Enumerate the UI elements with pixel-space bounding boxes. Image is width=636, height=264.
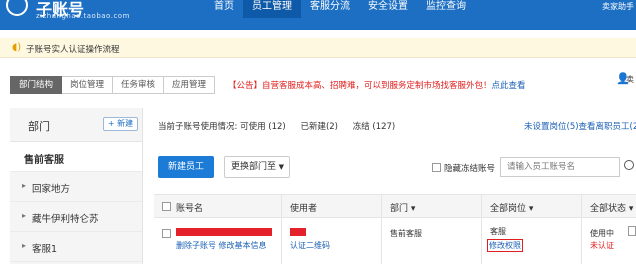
notice-link[interactable]: 子账号实人认证操作流程: [26, 43, 120, 55]
nav-monitoring[interactable]: 监控查询: [417, 0, 475, 18]
announcement-link[interactable]: 点此查看: [492, 81, 526, 91]
row-department: 售前客服: [390, 229, 422, 238]
sidebar-item-department-2[interactable]: ▸ 回家地方: [10, 172, 142, 202]
sidebar-item-label: 客服1: [32, 244, 58, 255]
column-divider: [581, 194, 582, 264]
nav-security-settings[interactable]: 安全设置: [359, 0, 417, 18]
tab-department-structure[interactable]: 部门结构: [10, 76, 63, 94]
user-label: 卖: [626, 75, 634, 84]
column-divider: [481, 194, 482, 264]
col-account: 账号名: [176, 204, 204, 214]
usage-stats: 当前子账号使用情况: 可使用 (12) 已新建(2) 冻结 (127): [158, 120, 395, 132]
row-position: 客服: [490, 227, 506, 236]
usage-available: 可使用 (12): [240, 122, 286, 132]
sidebar-item-label: 售前客服: [24, 155, 64, 166]
row-checkbox[interactable]: [162, 229, 171, 238]
notice-bar: ◖) 子账号实人认证操作流程: [0, 38, 636, 58]
announcement: 【公告】自营客服成本高、招聘难，可以到服务定制市场找客服外包！点此查看: [228, 79, 526, 91]
chevron-right-icon: ▸: [22, 211, 27, 220]
add-department-button[interactable]: + 新建: [103, 117, 138, 131]
app-subtitle: zizhanghao.taobao.com: [36, 12, 130, 20]
chevron-right-icon: ▸: [22, 241, 27, 250]
change-department-dropdown[interactable]: 更换部门至 ▼: [224, 156, 290, 178]
auth-qrcode-link[interactable]: 认证二维码: [290, 240, 330, 251]
col-status[interactable]: 全部状态 ▾: [590, 201, 633, 214]
app-logo[interactable]: 子账号 zizhanghao.taobao.com: [0, 0, 129, 30]
col-position-label: 全部岗位: [490, 204, 527, 214]
column-divider: [281, 194, 282, 264]
sidebar-item-department-4[interactable]: ▸ 客服1: [10, 232, 142, 262]
main-panel: 当前子账号使用情况: 可使用 (12) 已新建(2) 冻结 (127) 未设置岗…: [144, 108, 636, 264]
top-navigation-bar: 子账号 zizhanghao.taobao.com 首页 员工管理 客服分流 安…: [0, 0, 636, 30]
redacted-account-name: [176, 228, 272, 236]
nav-employee-management[interactable]: 员工管理: [243, 0, 301, 18]
department-sidebar: 部门 + 新建 售前客服 ▸ 回家地方 ▸ 藏牛伊利特仑苏 ▸ 客服1: [10, 108, 143, 264]
col-position[interactable]: 全部岗位 ▾: [490, 201, 533, 214]
nav-home[interactable]: 首页: [205, 0, 243, 18]
redacted-user-name: [290, 228, 306, 236]
sidebar-item-label: 藏牛伊利特仑苏: [32, 214, 99, 225]
usage-label: 当前子账号使用情况:: [158, 122, 238, 132]
usage-created: 已新建(2): [300, 122, 338, 132]
account-actions[interactable]: 删除子账号 修改基本信息: [176, 240, 267, 251]
sidebar-item-label: 回家地方: [32, 184, 71, 195]
speaker-icon: ◖): [12, 42, 22, 53]
row-status: 使用中: [590, 229, 614, 238]
column-divider: [381, 194, 382, 264]
section-tabs: 部门结构 岗位管理 任务审核 应用管理: [10, 76, 216, 94]
sidebar-title: 部门: [28, 120, 50, 133]
table-header: 账号名 使用者 部门 ▾ 全部岗位 ▾ 全部状态 ▾: [154, 194, 636, 218]
logo-icon: [6, 0, 28, 16]
tab-task-review[interactable]: 任务审核: [113, 76, 165, 94]
nav-customer-service-routing[interactable]: 客服分流: [301, 0, 359, 18]
main-nav: 首页 员工管理 客服分流 安全设置 监控查询: [205, 0, 475, 30]
col-user: 使用者: [290, 204, 318, 214]
new-employee-button[interactable]: 新建员工: [158, 156, 214, 178]
employee-search-input[interactable]: [500, 157, 620, 177]
row-options-toggle[interactable]: [628, 226, 636, 236]
sidebar-item-presales[interactable]: 售前客服: [10, 142, 142, 172]
unassigned-and-departed-link[interactable]: 未设置岗位(5)查看离职员工(27): [524, 120, 636, 132]
seller-assistant-link[interactable]: 卖家助手: [602, 0, 634, 14]
usage-frozen: 冻结 (127): [352, 122, 396, 132]
col-department-label: 部门: [390, 204, 409, 214]
hide-frozen-label: 隐藏冻结账号: [444, 164, 496, 174]
announcement-text: 【公告】自营客服成本高、招聘难，可以到服务定制市场找客服外包！: [228, 81, 492, 91]
edit-permissions-link[interactable]: 修改权限: [487, 239, 523, 252]
chevron-right-icon: ▸: [22, 181, 27, 190]
search-icon[interactable]: [624, 160, 634, 170]
hide-frozen-checkbox[interactable]: [432, 163, 441, 172]
row-auth-status: 未认证: [590, 241, 614, 250]
tab-position-management[interactable]: 岗位管理: [62, 76, 114, 94]
col-status-label: 全部状态: [590, 204, 627, 214]
sidebar-item-department-3[interactable]: ▸ 藏牛伊利特仑苏: [10, 202, 142, 232]
select-all-checkbox[interactable]: [162, 202, 171, 211]
caret-down-icon: ▼: [278, 163, 284, 171]
sidebar-header: 部门 + 新建: [10, 108, 142, 142]
change-department-label: 更换部门至: [231, 162, 277, 172]
col-department[interactable]: 部门 ▾: [390, 201, 415, 214]
tab-app-management[interactable]: 应用管理: [164, 76, 216, 94]
